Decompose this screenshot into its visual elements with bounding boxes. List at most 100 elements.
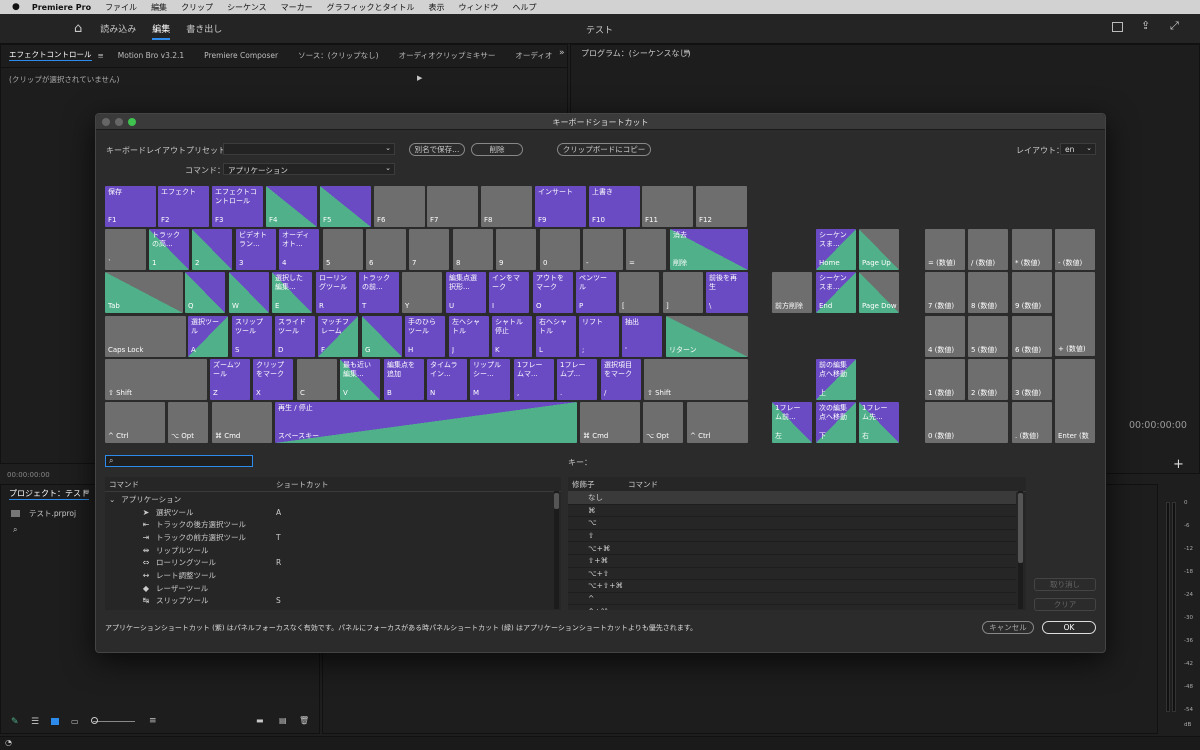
key-npsub[interactable]: - (数値) [1055,229,1095,270]
bin-icon[interactable]: ▬ [256,716,264,725]
key-quote[interactable]: 抽出 ' [622,316,662,357]
command-row[interactable]: ↔ レート調整ツール [141,570,551,582]
command-row[interactable]: ⇤ トラックの後方選択ツール [141,519,551,531]
key-lctrl[interactable]: ^ Ctrl [105,402,165,443]
tab-source[interactable]: ソース：(クリップなし) [298,50,378,61]
key-slash[interactable]: 選択項目 をマーク / [601,359,641,400]
key-f5[interactable]: F5 [320,186,371,227]
key-lopt[interactable]: ⌥ Opt [168,402,208,443]
menu-sequence[interactable]: シーケンス [227,2,267,13]
key-f6[interactable]: F6 [374,186,425,227]
key-rshift[interactable]: ⇧ Shift [644,359,748,400]
key-np2[interactable]: 2 (数値) [968,359,1008,400]
modifier-row[interactable]: ^+⌘ [568,605,1016,610]
tab-import[interactable]: 読み込み [100,22,136,35]
key-npenter[interactable]: Enter (数 [1055,359,1095,443]
key-np7[interactable]: 7 (数値) [925,272,965,313]
modifier-row[interactable]: ⌥+⇧ [568,568,1016,581]
key-right[interactable]: 1フレー ム先... 右 [859,402,899,443]
key-np8[interactable]: 8 (数値) [968,272,1008,313]
command-row[interactable]: ➤ 選択ツール A [141,506,551,518]
modifier-row[interactable]: ⌘ [568,505,1016,518]
panel-menu-icon[interactable]: ≡ [83,487,90,496]
key-c[interactable]: C [297,359,337,400]
key-pgup[interactable]: Page Up [859,229,899,270]
key-rcmd[interactable]: ⌘ Cmd [580,402,640,443]
key-equal[interactable]: = [626,229,666,270]
tab-export[interactable]: 書き出し [186,22,222,35]
list-header-shortcut[interactable]: ショートカット [276,479,329,490]
fullscreen-icon[interactable]: ⤢ [1170,19,1179,33]
trash-icon[interactable]: 🗑 [299,716,309,725]
key-f8[interactable]: F8 [481,186,532,227]
menu-marker[interactable]: マーカー [281,2,313,13]
key-bslash[interactable]: 前後を再 生 \ [706,272,748,313]
tab-premiere-composer[interactable]: Premiere Composer [204,51,278,60]
key-np4[interactable]: 4 (数値) [925,316,965,357]
key-ropt[interactable]: ⌥ Opt [643,402,683,443]
key-k6[interactable]: 6 [366,229,406,270]
key-down[interactable]: 次の編集 点へ移動下 [816,402,856,443]
key-h[interactable]: 手のひら ツール H [405,316,445,357]
key-np6[interactable]: 6 (数値) [1012,316,1052,357]
menu-file[interactable]: ファイル [105,2,137,13]
modifier-row[interactable]: ⌥+⇧+⌘ [568,580,1016,593]
ok-button[interactable]: OK [1042,621,1096,634]
key-npeq[interactable]: = (数値) [925,229,965,270]
menu-graphics[interactable]: グラフィックとタイトル [327,2,415,13]
sort-icon[interactable]: ≡ [149,716,157,726]
modifier-row[interactable]: ^ [568,593,1016,606]
zoom-slider[interactable] [93,721,135,722]
tab-motion-bro[interactable]: Motion Bro v3.2.1 [118,51,184,60]
scrollbar[interactable] [554,491,559,609]
key-k2[interactable]: 2 [192,229,232,270]
freeform-view-icon[interactable]: ▭ [71,717,79,726]
key-return[interactable]: リターン [666,316,748,357]
mod-header-command[interactable]: コマンド [628,479,658,490]
icon-view-icon[interactable] [51,718,59,725]
command-row[interactable]: ⇹ リップルツール [141,544,551,556]
key-grave[interactable]: ` [105,229,146,270]
home-icon[interactable]: ⌂ [74,21,82,36]
list-header-command[interactable]: コマンド [109,479,139,490]
menu-app[interactable]: Premiere Pro [32,3,91,12]
key-semi[interactable]: リフト; [579,316,619,357]
modifier-row[interactable]: ⌥ [568,517,1016,530]
apple-icon[interactable]: ● [12,2,20,12]
key-d[interactable]: スライド ツール D [275,316,315,357]
more-panels-icon[interactable]: » [559,48,565,58]
command-row[interactable]: ⇔ ローリングツール R [141,557,551,569]
key-k[interactable]: シャトル 停止 K [492,316,532,357]
key-k9[interactable]: 9 [496,229,536,270]
key-fwddel[interactable]: 前方削除 [772,272,812,313]
key-np9[interactable]: 9 (数値) [1012,272,1052,313]
command-row[interactable]: ↹ スリップツール S [141,595,551,607]
scrollbar[interactable] [1018,491,1023,609]
key-npmul[interactable]: * (数値) [1012,229,1052,270]
key-lshift[interactable]: ⇧ Shift [105,359,207,400]
menu-help[interactable]: ヘルプ [513,2,537,13]
key-x[interactable]: クリップ をマーク X [253,359,293,400]
key-p[interactable]: ペンツー ル P [576,272,616,313]
menu-edit[interactable]: 編集 [151,2,167,13]
modifier-row[interactable]: ⌥+⌘ [568,542,1016,555]
modifier-row[interactable]: なし [568,492,1016,505]
key-k4[interactable]: オーディ オト... 4 [279,229,319,270]
key-tab[interactable]: Tab [105,272,183,313]
menu-view[interactable]: 表示 [429,2,445,13]
key-home[interactable]: シーケン スま... Home [816,229,856,270]
key-f12[interactable]: F12 [696,186,747,227]
tab-effect-controls[interactable]: エフェクトコントロール [9,49,92,61]
key-v[interactable]: 最も近い 編集... V [340,359,380,400]
key-t[interactable]: トラック の前... T [359,272,399,313]
key-l[interactable]: 右へシャ トル L [536,316,576,357]
key-k1[interactable]: トラック の高... 1 [149,229,189,270]
key-f2[interactable]: エフェクト F2 [158,186,209,227]
key-caps[interactable]: Caps Lock [105,316,186,357]
key-s[interactable]: スリップ ツール S [232,316,272,357]
share-icon[interactable]: ⇪ [1141,19,1150,32]
zoom-slider-handle[interactable] [91,717,98,724]
pencil-icon[interactable]: ✎ [11,717,19,727]
key-up[interactable]: 前の編集 点へ移動上 [816,359,856,400]
cancel-button[interactable]: キャンセル [982,621,1034,634]
